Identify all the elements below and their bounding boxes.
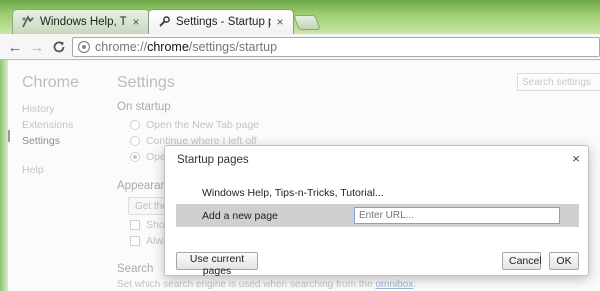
url-path: /settings/startup [188,40,278,54]
sidebar-item-settings[interactable]: Settings [22,133,73,149]
close-icon[interactable]: × [131,15,141,29]
page-title: Settings [117,74,175,91]
tab-settings-startup[interactable]: Settings - Startup pages × [148,9,294,34]
search-description-text: Set which search engine is used when sea… [117,279,376,290]
radio-button[interactable] [130,136,140,146]
add-new-page-row[interactable]: Add a new page [176,204,579,227]
reload-button[interactable] [50,38,68,56]
omnibox-link[interactable]: omnibox [375,279,413,290]
radio-label: Open the New Tab page [146,119,260,131]
startup-option-open-pages[interactable]: Ope [130,151,166,163]
windows-help-favicon-icon [21,15,35,29]
search-settings-input[interactable]: Search settings [517,73,600,91]
new-tab-button[interactable] [293,15,321,30]
url-input[interactable] [354,207,560,224]
startup-option-new-tab[interactable]: Open the New Tab page [130,119,259,131]
close-icon[interactable]: × [569,152,583,166]
add-new-page-label: Add a new page [202,209,278,222]
startup-pages-dialog: Startup pages × Windows Help, Tips-n-Tri… [164,145,590,277]
radio-button[interactable] [130,120,140,130]
checkbox[interactable] [130,236,140,246]
on-startup-heading: On startup [117,101,171,113]
url-host: chrome [147,40,189,54]
window-frame: Windows Help, Tips-n-Tricks × Settings -… [0,0,600,34]
wrench-icon [157,15,171,29]
list-item[interactable]: Windows Help, Tips-n-Tricks, Tutorial... [176,181,579,204]
sidebar-nav: History Extensions Settings [22,101,73,149]
back-button[interactable]: ← [6,38,24,56]
search-description-suffix: . [413,279,417,290]
radio-label: Ope [146,151,166,163]
omnibox[interactable]: chrome://chrome/settings/startup [72,37,600,57]
search-heading: Search [117,263,154,275]
dialog-title: Startup pages [177,154,249,166]
page-icon [77,40,91,54]
sidebar-item-history[interactable]: History [22,101,73,117]
startup-page-title: Windows Help, Tips-n-Tricks, Tutorial... [202,186,384,199]
search-description: Set which search engine is used when sea… [117,279,416,290]
close-icon[interactable]: × [275,15,285,29]
startup-page-list: Windows Help, Tips-n-Tricks, Tutorial...… [176,181,579,227]
reload-icon [53,41,65,53]
use-current-pages-button[interactable]: Use current pages [176,252,258,277]
forward-button[interactable]: → [28,38,46,56]
sidebar-title: Chrome [22,74,79,91]
sidebar-item-extensions[interactable]: Extensions [22,117,73,133]
dialog-footer: Use current pages Cancel OK [165,245,590,277]
sidebar-item-help[interactable]: Help [22,164,44,176]
radio-button-selected[interactable] [130,152,140,162]
tab-title: Windows Help, Tips-n-Tricks [40,16,127,28]
tab-title: Settings - Startup pages [176,16,271,28]
checkbox[interactable] [130,220,140,230]
window-frame-edge [0,34,8,291]
ok-button[interactable]: OK [549,252,579,270]
sidebar-active-marker [8,130,10,142]
url-scheme: chrome:// [95,40,148,54]
tab-windows-help[interactable]: Windows Help, Tips-n-Tricks × [12,9,150,34]
browser-toolbar: ← → chrome://chrome/settings/startup [0,34,600,60]
cancel-button[interactable]: Cancel [502,252,542,270]
always-show-bookmarks-checkbox-row[interactable]: Alwa [130,235,169,247]
